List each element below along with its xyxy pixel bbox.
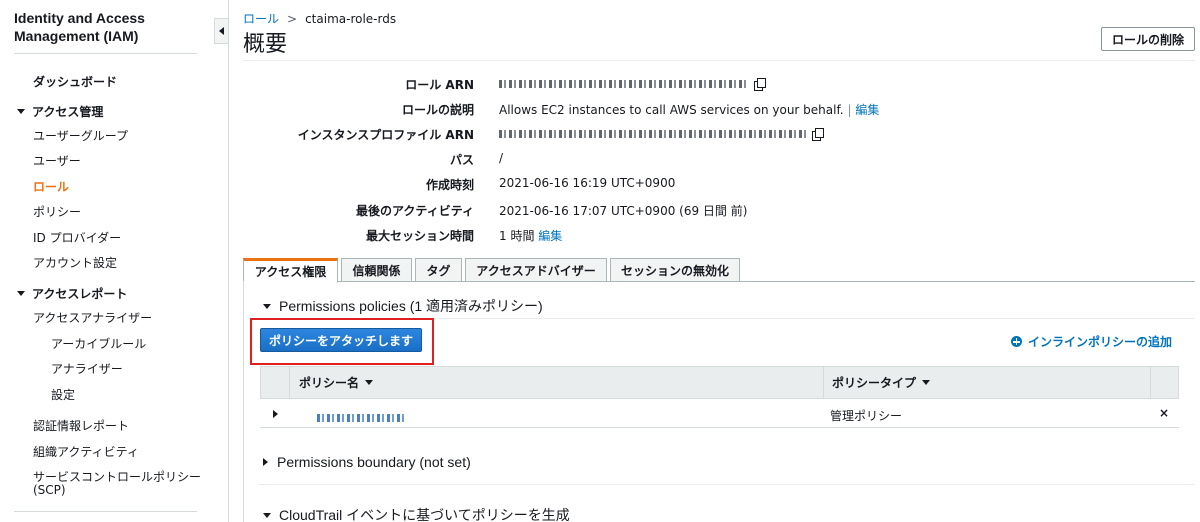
last-activity-label: 最後のアクティビティ [356,204,474,218]
sidebar-item-account-settings[interactable]: アカウント設定 [33,254,117,271]
edit-max-session-link[interactable]: 編集 [538,229,562,243]
tab-tags[interactable]: タグ [415,258,462,282]
section-divider [258,484,1194,485]
permissions-policies-heading[interactable]: Permissions policies (1 適用済みポリシー) [263,296,543,316]
permissions-boundary-heading[interactable]: Permissions boundary (not set) [263,454,471,470]
redacted-text [317,413,407,422]
cloudtrail-policy-heading[interactable]: CloudTrail イベントに基づいてポリシーを生成 [263,505,570,522]
max-session-label: 最大セッション時間 [365,229,474,243]
chevron-left-icon [219,27,224,35]
add-inline-policy-link[interactable]: インラインポリシーの追加 [1011,333,1172,350]
path-label: パス [449,153,474,167]
sidebar-section-label: アクセス管理 [32,105,104,119]
delete-role-button[interactable]: ロールの削除 [1101,27,1195,51]
column-header-policy-name[interactable]: ポリシー名 [299,367,374,398]
expand-row-icon[interactable] [273,410,278,418]
edit-description-link[interactable]: 編集 [855,103,879,117]
sidebar-item-analyzer-settings[interactable]: 設定 [51,386,75,403]
max-session-value: 1 時間 編集 [499,227,562,244]
plus-circle-icon [1011,336,1022,347]
sort-down-icon [365,380,374,385]
sidebar-item-user-groups[interactable]: ユーザーグループ [33,127,128,144]
policy-type-cell: 管理ポリシー [830,409,903,423]
table-row: 管理ポリシー × [260,399,1179,428]
breadcrumb-current: ctaima-role-rds [305,12,397,26]
tab-access-advisor[interactable]: アクセスアドバイザー [465,258,607,282]
role-arn-value [499,76,766,91]
last-activity-value: 2021-06-16 17:07 UTC+0900 (69 日間 前) [499,204,748,218]
column-header-label: ポリシータイプ [832,376,917,390]
copy-icon[interactable] [812,127,824,141]
created-time-value: 2021-06-16 16:19 UTC+0900 [499,176,676,190]
sidebar-nav: Identity and Access Management (IAM) ダッシ… [0,0,212,522]
column-separator [289,367,290,398]
role-description-text: Allows EC2 instances to call AWS service… [499,103,844,117]
sidebar-item-access-analyzer[interactable]: アクセスアナライザー [33,309,152,326]
path-value: / [499,151,504,165]
sidebar-item-dashboard[interactable]: ダッシュボード [33,73,117,90]
tab-permissions[interactable]: アクセス権限 [243,258,338,283]
column-header-policy-type[interactable]: ポリシータイプ [832,367,931,398]
sidebar-collapse-button[interactable] [214,18,228,44]
sidebar-section-access-reports[interactable]: アクセスレポート [17,285,127,302]
caret-down-icon [17,291,25,296]
sidebar-item-roles[interactable]: ロール [33,178,69,195]
role-description-value: Allows EC2 instances to call AWS service… [499,101,879,118]
max-session-text: 1 時間 [499,229,535,243]
sidebar-item-policies[interactable]: ポリシー [33,203,81,220]
remove-policy-icon[interactable]: × [1159,406,1169,420]
tab-revoke-sessions[interactable]: セッションの無効化 [610,258,740,282]
caret-down-icon [263,304,271,309]
sidebar-divider [14,511,197,512]
sidebar-divider [14,53,197,54]
cloudtrail-policy-title: CloudTrail イベントに基づいてポリシーを生成 [279,507,570,522]
sidebar-item-credential-report[interactable]: 認証情報レポート [33,417,129,434]
sidebar-item-analyzers[interactable]: アナライザー [51,360,123,377]
redacted-text [499,79,749,88]
sidebar-item-archive-rules[interactable]: アーカイブルール [51,335,146,352]
sidebar-item-users[interactable]: ユーザー [33,152,81,169]
page-title: 概要 [243,32,288,57]
app-title: Identity and Access Management (IAM) [14,10,145,44]
table-header: ポリシー名 ポリシータイプ [260,366,1179,399]
redacted-text [499,129,807,138]
breadcrumb-link-roles[interactable]: ロール [243,12,279,26]
permissions-boundary-title: Permissions boundary (not set) [277,454,471,470]
sort-down-icon [922,380,931,385]
caret-right-icon [263,458,268,466]
sidebar-border [228,0,229,522]
sidebar-item-scp-suffix: (SCP) [33,483,66,497]
caret-down-icon [263,513,271,518]
permissions-policies-title: Permissions policies (1 適用済みポリシー) [279,298,543,314]
edit-separator: | [847,103,852,117]
sidebar-item-organization-activity[interactable]: 組織アクティビティ [33,443,139,460]
caret-down-icon [17,109,25,114]
sidebar-section-access-management[interactable]: アクセス管理 [17,103,103,120]
instance-profile-arn-value [499,126,824,141]
column-header-label: ポリシー名 [299,376,360,390]
sidebar-section-label: アクセスレポート [32,287,128,301]
column-separator [1150,367,1151,398]
copy-icon[interactable] [754,77,766,91]
column-separator [823,367,824,398]
panel-border [243,281,244,522]
instance-profile-arn-label: インスタンスプロファイル ARN [297,128,474,142]
policy-name-link[interactable] [317,410,407,424]
attach-policies-button[interactable]: ポリシーをアタッチします [260,328,422,352]
breadcrumb-separator: > [287,12,298,26]
breadcrumb: ロール > ctaima-role-rds [243,10,396,27]
summary-divider [243,60,1195,61]
created-time-label: 作成時刻 [425,178,474,192]
role-arn-label: ロール ARN [405,78,474,92]
sidebar-item-identity-providers[interactable]: ID プロバイダー [33,229,121,246]
add-inline-policy-label: インラインポリシーの追加 [1028,335,1173,349]
tab-trust-relationships[interactable]: 信頼関係 [341,258,412,282]
role-description-label: ロールの説明 [401,103,474,117]
